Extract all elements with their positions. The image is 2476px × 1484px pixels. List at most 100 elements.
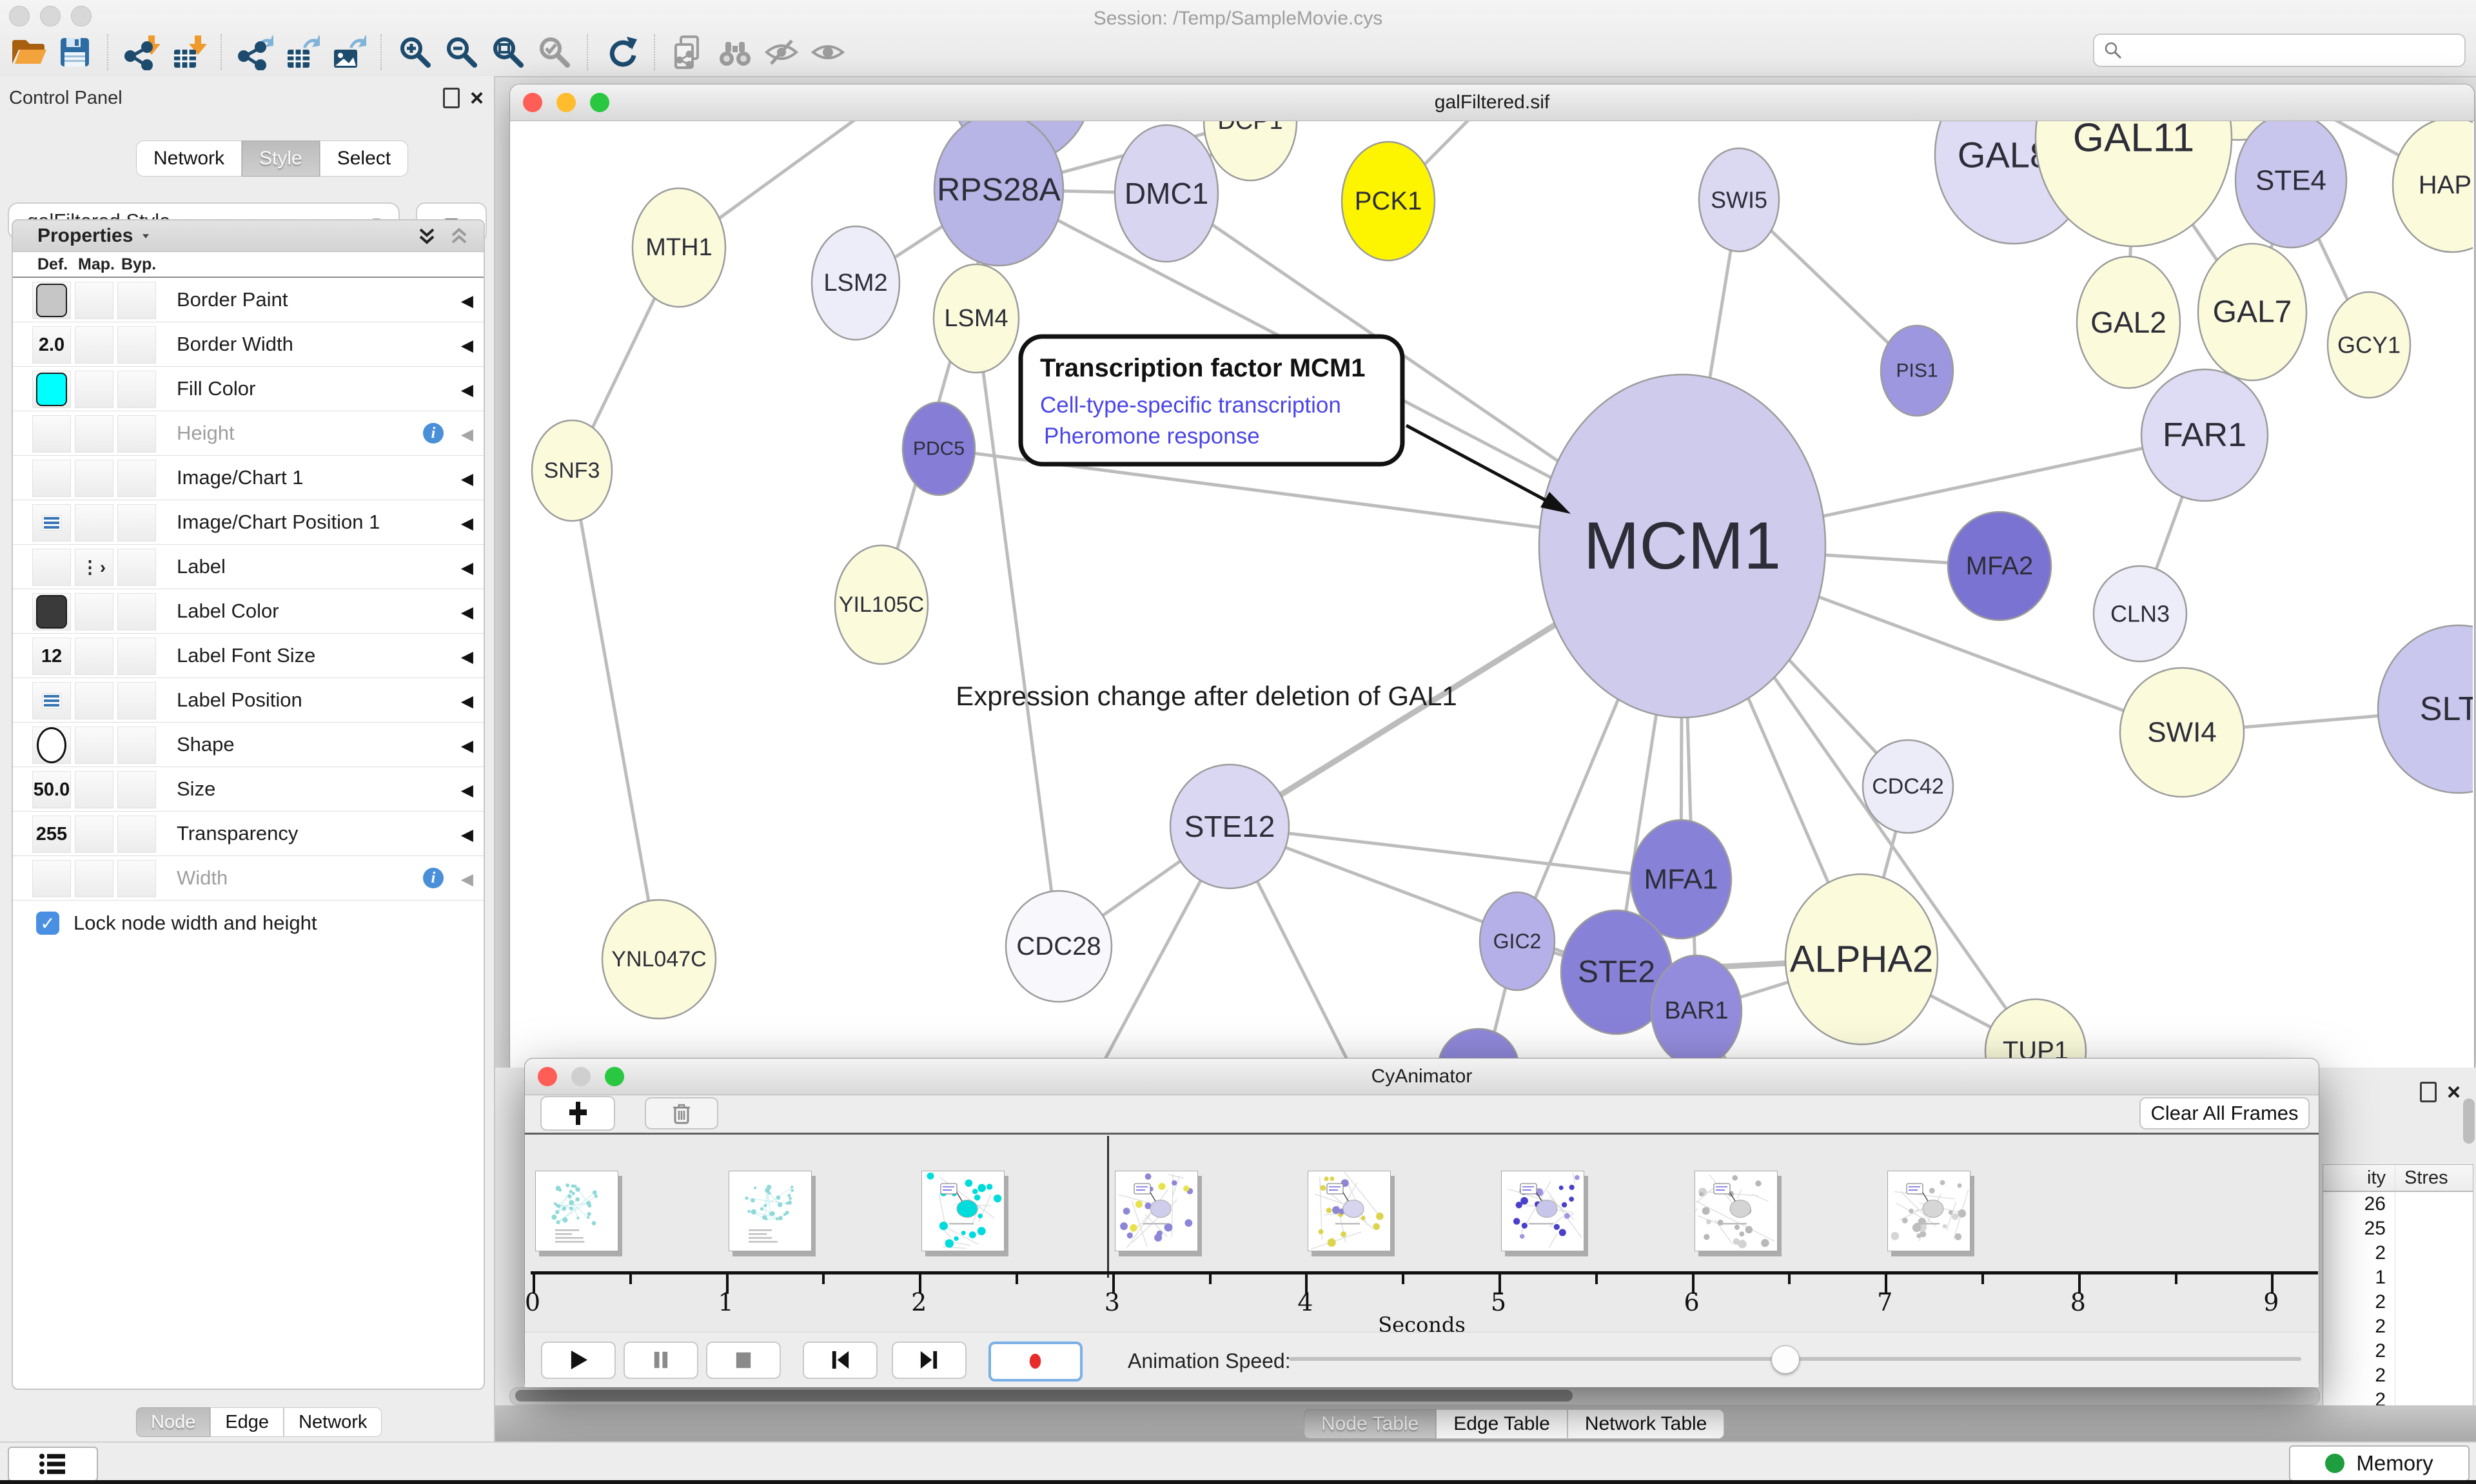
graph-node-cln3[interactable]: CLN3 — [2094, 566, 2186, 661]
graph-node-slt2[interactable]: SLT2 — [2378, 625, 2473, 793]
def-value-cell[interactable]: 2.0 — [32, 326, 71, 364]
add-frame-button[interactable] — [540, 1096, 615, 1131]
stop-button[interactable] — [706, 1342, 781, 1379]
expand-row-icon[interactable]: ◀ — [461, 825, 473, 845]
toolbar-export-table-button[interactable] — [279, 32, 325, 72]
pause-button[interactable] — [624, 1342, 698, 1379]
map-value-cell[interactable] — [75, 593, 113, 630]
byp-value-cell[interactable] — [117, 638, 156, 675]
record-button[interactable] — [988, 1342, 1083, 1381]
info-icon[interactable]: i — [423, 423, 444, 444]
expand-row-icon[interactable]: ◀ — [461, 558, 473, 578]
byp-value-cell[interactable] — [117, 415, 156, 453]
def-value-cell[interactable] — [32, 282, 71, 319]
def-value-cell[interactable] — [32, 504, 71, 542]
graph-node-swi5[interactable]: SWI5 — [1699, 148, 1779, 251]
expand-row-icon[interactable]: ◀ — [461, 469, 473, 489]
graph-node-yil105c[interactable]: YIL105C — [835, 545, 928, 664]
network-canvas[interactable]: DCP1RPS28ADMC1PCK1MTH1LSM2LSM4SWI5GAL80G… — [510, 121, 2473, 1071]
delete-frame-button[interactable] — [645, 1097, 718, 1129]
skip-end-button[interactable] — [892, 1342, 967, 1379]
expand-row-icon[interactable]: ◀ — [461, 870, 473, 889]
byp-value-cell[interactable] — [117, 549, 156, 586]
toolbar-export-image-button[interactable] — [325, 32, 371, 72]
cyanimator-titlebar[interactable]: CyAnimator — [525, 1059, 2319, 1095]
clear-all-frames-button[interactable]: Clear All Frames — [2139, 1097, 2310, 1129]
property-row-border-paint[interactable]: Border Paint◀ — [13, 278, 484, 322]
graph-node-dmc1[interactable]: DMC1 — [1115, 125, 1218, 262]
def-value-cell[interactable] — [32, 682, 71, 719]
toolbar-save-session-button[interactable] — [52, 32, 98, 72]
float-panel-icon[interactable] — [2420, 1082, 2437, 1102]
table-row[interactable]: 2 — [2323, 1363, 2473, 1388]
map-value-cell[interactable] — [75, 282, 113, 319]
expand-row-icon[interactable]: ◀ — [461, 425, 473, 444]
property-row-height[interactable]: Heighti◀ — [13, 411, 484, 456]
map-value-cell[interactable] — [75, 815, 113, 853]
property-row-transparency[interactable]: 255Transparency◀ — [13, 812, 484, 856]
graph-node-rps28a[interactable]: RPS28A — [934, 121, 1063, 266]
expand-row-icon[interactable]: ◀ — [461, 514, 473, 533]
property-row-fill-color[interactable]: Fill Color◀ — [13, 367, 484, 411]
tab-node[interactable]: Node — [136, 1407, 210, 1437]
map-value-cell[interactable] — [75, 682, 113, 719]
property-row-width[interactable]: Widthi◀ — [13, 856, 484, 901]
graph-node-pdc5[interactable]: PDC5 — [903, 402, 975, 495]
byp-value-cell[interactable] — [117, 504, 156, 542]
graph-node-ynl047c[interactable]: YNL047C — [602, 900, 716, 1019]
graph-node-mfa2[interactable]: MFA2 — [1948, 512, 2051, 620]
graph-node-ste4[interactable]: STE4 — [2235, 121, 2346, 248]
def-value-cell[interactable] — [32, 727, 71, 764]
frame-thumbnail-6[interactable] — [1695, 1171, 1778, 1251]
byp-value-cell[interactable] — [117, 371, 156, 408]
def-value-cell[interactable] — [32, 371, 71, 408]
task-history-button[interactable] — [8, 1447, 98, 1481]
table-vertical-scrollbar[interactable] — [2463, 1098, 2475, 1144]
frame-thumbnail-1[interactable] — [729, 1171, 812, 1251]
property-row-label[interactable]: ⋮›Label◀ — [13, 545, 484, 589]
graph-node-gcy1[interactable]: GCY1 — [2328, 292, 2410, 398]
table-row[interactable]: 26 — [2323, 1192, 2473, 1216]
network-graph[interactable]: DCP1RPS28ADMC1PCK1MTH1LSM2LSM4SWI5GAL80G… — [510, 121, 2473, 1071]
graph-node-gal7[interactable]: GAL7 — [2198, 244, 2306, 380]
frame-thumbnail-7[interactable] — [1887, 1171, 1970, 1251]
def-value-cell[interactable] — [32, 460, 71, 497]
byp-value-cell[interactable] — [117, 460, 156, 497]
graph-node-swi4[interactable]: SWI4 — [2120, 668, 2244, 797]
byp-value-cell[interactable] — [117, 593, 156, 630]
map-value-cell[interactable] — [75, 460, 113, 497]
graph-node-hap[interactable]: HAP2 — [2393, 121, 2473, 252]
close-panel-icon[interactable]: × — [2447, 1084, 2461, 1100]
map-value-cell[interactable] — [75, 326, 113, 364]
graph-node-mcm1[interactable]: MCM1 — [1539, 375, 1825, 718]
annotation-link[interactable]: Pheromone response — [1044, 424, 1260, 449]
toolbar-zoom-in-button[interactable] — [392, 32, 438, 72]
play-button[interactable] — [541, 1342, 616, 1379]
table-row[interactable]: 25 — [2323, 1216, 2473, 1241]
tab-style[interactable]: Style — [242, 141, 320, 177]
property-row-image-chart-position-1[interactable]: Image/Chart Position 1◀ — [13, 500, 484, 545]
toolbar-import-table-button[interactable] — [165, 32, 211, 72]
tab-network[interactable]: Network — [136, 141, 242, 177]
lock-node-size-row[interactable]: ✓ Lock node width and height — [13, 901, 484, 946]
skip-start-button[interactable] — [803, 1342, 878, 1379]
byp-value-cell[interactable] — [117, 727, 156, 764]
frame-thumbnail-2[interactable] — [921, 1171, 1005, 1251]
search-input[interactable] — [2093, 34, 2466, 67]
graph-node-dcp1[interactable]: DCP1 — [1204, 121, 1297, 181]
toolbar-refresh-view-button[interactable] — [598, 32, 645, 72]
byp-value-cell[interactable] — [117, 815, 156, 853]
byp-value-cell[interactable] — [117, 682, 156, 719]
byp-value-cell[interactable] — [117, 860, 156, 897]
column-header-stress[interactable]: Stres — [2395, 1165, 2473, 1191]
graph-node-alpha2[interactable]: ALPHA2 — [1785, 874, 1938, 1044]
info-icon[interactable]: i — [423, 868, 444, 888]
annotation-link[interactable]: Cell-type-specific transcription — [1040, 393, 1341, 418]
expand-row-icon[interactable]: ◀ — [461, 336, 473, 355]
timeline-playhead[interactable] — [1107, 1136, 1109, 1278]
toolbar-open-session-button[interactable] — [5, 32, 52, 72]
tab-network-table[interactable]: Network Table — [1567, 1409, 1725, 1439]
expand-row-icon[interactable]: ◀ — [461, 736, 473, 756]
column-header-connectivity[interactable]: ity — [2323, 1165, 2395, 1191]
expand-row-icon[interactable]: ◀ — [461, 380, 473, 400]
